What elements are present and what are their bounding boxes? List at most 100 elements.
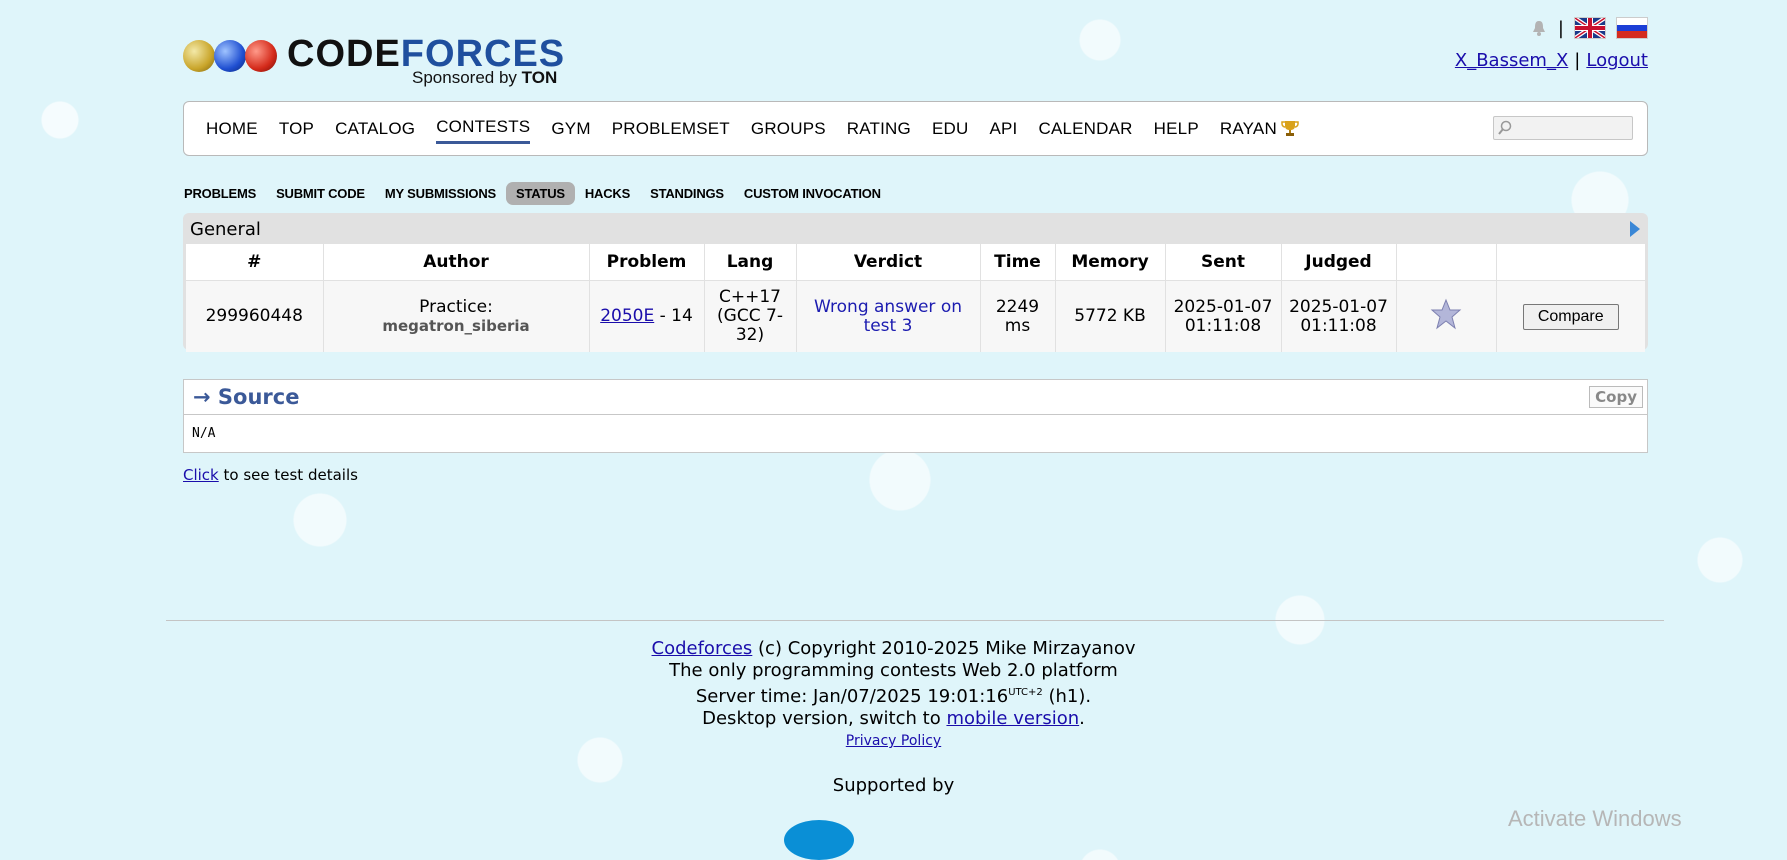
source-content: N/A bbox=[192, 426, 216, 441]
header-id: # bbox=[186, 244, 324, 281]
footer-brand-link[interactable]: Codeforces bbox=[652, 638, 753, 659]
notification-bell-icon[interactable] bbox=[1530, 19, 1548, 37]
header-verdict: Verdict bbox=[796, 244, 981, 281]
logo-main: CODE bbox=[287, 33, 401, 75]
menu-item-groups[interactable]: GROUPS bbox=[751, 115, 826, 143]
source-title: → Source bbox=[193, 385, 300, 409]
sponsor-prefix: Sponsored by bbox=[412, 68, 522, 87]
menu-item-edu[interactable]: EDU bbox=[932, 115, 969, 143]
footer-copyright: (c) Copyright 2010-2025 Mike Mirzayanov bbox=[752, 638, 1136, 659]
menu-item-rating[interactable]: RATING bbox=[847, 115, 911, 143]
header-judged: Judged bbox=[1281, 244, 1397, 281]
header-favourite bbox=[1396, 244, 1497, 281]
compare-button[interactable]: Compare bbox=[1522, 303, 1619, 330]
source-header: → Source Copy bbox=[184, 380, 1647, 415]
author-name[interactable]: megatron_siberia bbox=[325, 317, 588, 336]
privacy-policy-link[interactable]: Privacy Policy bbox=[846, 733, 941, 749]
activate-windows-watermark: Activate Windows bbox=[1508, 806, 1682, 831]
server-time-text: Server time: Jan/07/2025 19:01:16 bbox=[695, 686, 1009, 707]
submission-problem: 2050E - 14 bbox=[589, 280, 705, 352]
footer-tagline: The only programming contests Web 2.0 pl… bbox=[669, 660, 1118, 681]
author-label: Practice: bbox=[419, 296, 493, 317]
footer-desktop-line: Desktop version, switch to mobile versio… bbox=[0, 708, 1787, 730]
source-panel: → Source Copy N/A bbox=[183, 379, 1648, 453]
mobile-version-link[interactable]: mobile version bbox=[946, 708, 1079, 729]
menu-item-api[interactable]: API bbox=[989, 115, 1017, 143]
subtab-submit-code[interactable]: SUBMIT CODE bbox=[266, 182, 375, 205]
general-panel: General # Author Problem Lang Verdict Ti… bbox=[183, 213, 1648, 352]
server-time-suffix: (h1). bbox=[1042, 686, 1092, 707]
submission-id: 299960448 bbox=[186, 280, 324, 352]
problem-link[interactable]: 2050E bbox=[600, 306, 654, 326]
subtab-standings[interactable]: STANDINGS bbox=[640, 182, 734, 205]
english-flag-icon[interactable] bbox=[1574, 17, 1606, 39]
menu-item-gym[interactable]: GYM bbox=[551, 115, 590, 143]
menu-item-problemset[interactable]: PROBLEMSET bbox=[612, 115, 730, 143]
footer-privacy-line: Privacy Policy bbox=[0, 730, 1787, 752]
header-time: Time bbox=[980, 244, 1056, 281]
menu-item-contests[interactable]: CONTESTS bbox=[436, 113, 531, 144]
contest-subtabs: PROBLEMS SUBMIT CODE MY SUBMISSIONS STAT… bbox=[183, 180, 891, 206]
header-compare bbox=[1496, 244, 1645, 281]
menu-item-calendar[interactable]: CALENDAR bbox=[1038, 115, 1132, 143]
table-row: 299960448 Practice: megatron_siberia 205… bbox=[186, 280, 1645, 352]
submission-time: 2249 ms bbox=[980, 280, 1056, 352]
submission-table: # Author Problem Lang Verdict Time Memor… bbox=[186, 244, 1645, 352]
search-icon bbox=[1498, 120, 1512, 135]
russian-flag-icon[interactable] bbox=[1616, 17, 1648, 39]
menu-item-catalog[interactable]: CATALOG bbox=[335, 115, 415, 143]
favourite-cell bbox=[1396, 280, 1497, 352]
menu-item-home[interactable]: HOME bbox=[206, 115, 258, 143]
problem-suffix: - 14 bbox=[654, 306, 693, 326]
menu-item-help[interactable]: HELP bbox=[1154, 115, 1199, 143]
main-menu-items: HOME TOP CATALOG CONTESTS GYM PROBLEMSET… bbox=[206, 102, 1320, 155]
desktop-suffix: . bbox=[1079, 708, 1085, 729]
header-sent: Sent bbox=[1165, 244, 1282, 281]
sponsor-name: TON bbox=[521, 68, 558, 87]
codeforces-logo[interactable]: CODEFORCES Sponsored by TON bbox=[183, 34, 583, 94]
header-separator: | bbox=[1557, 17, 1564, 39]
user-links: X_Bassem_X | Logout bbox=[1455, 50, 1648, 71]
copy-button[interactable]: Copy bbox=[1589, 386, 1643, 408]
logout-link[interactable]: Logout bbox=[1586, 50, 1648, 71]
header-author: Author bbox=[323, 244, 590, 281]
submission-judged: 2025-01-07 01:11:08 bbox=[1281, 280, 1397, 352]
submission-author: Practice: megatron_siberia bbox=[323, 280, 590, 352]
favourite-star-icon[interactable] bbox=[1429, 297, 1463, 331]
user-separator: | bbox=[1574, 50, 1581, 71]
test-details-line: Click to see test details bbox=[183, 466, 358, 484]
subtab-custom-invocation[interactable]: CUSTOM INVOCATION bbox=[734, 182, 891, 205]
trophy-icon bbox=[1281, 120, 1299, 136]
menu-item-rayan[interactable]: RAYAN bbox=[1220, 115, 1299, 143]
subtab-status[interactable]: STATUS bbox=[505, 181, 575, 205]
menu-item-top[interactable]: TOP bbox=[279, 115, 314, 143]
search-input[interactable] bbox=[1493, 116, 1633, 140]
christmas-balls-icon bbox=[183, 40, 278, 72]
submission-sent: 2025-01-07 01:11:08 bbox=[1165, 280, 1282, 352]
subtab-problems[interactable]: PROBLEMS bbox=[183, 182, 266, 205]
footer: Codeforces (c) Copyright 2010-2025 Mike … bbox=[0, 638, 1787, 752]
username-link[interactable]: X_Bassem_X bbox=[1455, 50, 1568, 71]
header-memory: Memory bbox=[1055, 244, 1166, 281]
footer-copyright-line: Codeforces (c) Copyright 2010-2025 Mike … bbox=[0, 638, 1787, 660]
test-details-link[interactable]: Click bbox=[183, 466, 219, 484]
test-details-text: to see test details bbox=[218, 466, 358, 484]
supported-by-label: Supported by bbox=[832, 775, 955, 796]
expand-arrow-icon[interactable] bbox=[1630, 221, 1640, 237]
compare-cell: Compare bbox=[1496, 280, 1645, 352]
subtab-hacks[interactable]: HACKS bbox=[575, 182, 640, 205]
language-switcher: | bbox=[1455, 16, 1648, 40]
header-problem: Problem bbox=[589, 244, 705, 281]
table-header-row: # Author Problem Lang Verdict Time Memor… bbox=[186, 244, 1645, 281]
desktop-prefix: Desktop version, switch to bbox=[702, 708, 947, 729]
header-lang: Lang bbox=[704, 244, 797, 281]
footer-divider bbox=[166, 620, 1664, 621]
menu-item-rayan-label: RAYAN bbox=[1219, 118, 1277, 138]
server-time-tz: UTC+2 bbox=[1008, 687, 1043, 698]
submission-verdict: Wrong answer on test 3 bbox=[796, 280, 981, 352]
sponsor-logo-icon[interactable] bbox=[784, 820, 854, 860]
subtab-my-submissions[interactable]: MY SUBMISSIONS bbox=[375, 182, 506, 205]
main-menu: HOME TOP CATALOG CONTESTS GYM PROBLEMSET… bbox=[183, 101, 1648, 156]
submission-memory: 5772 KB bbox=[1055, 280, 1166, 352]
submission-lang: C++17 (GCC 7-32) bbox=[704, 280, 797, 352]
